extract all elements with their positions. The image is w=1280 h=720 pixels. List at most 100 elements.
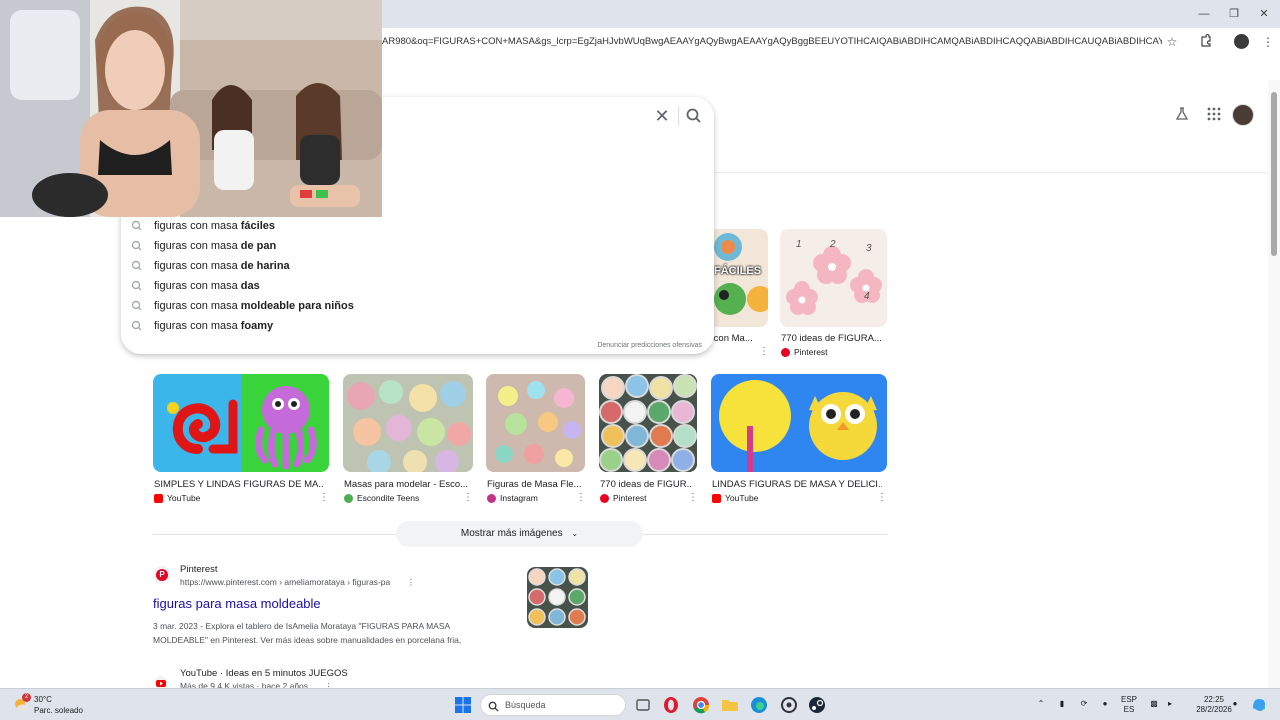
google-account-avatar[interactable] [1232, 104, 1254, 126]
scrollbar-thumb[interactable] [1271, 92, 1277, 256]
obs-icon[interactable] [780, 696, 798, 714]
suggestion-prefix: figuras con masa [154, 320, 238, 332]
image-title: 770 ideas de FIGUR... [600, 479, 692, 490]
more-options-icon[interactable]: ⋮ [759, 346, 769, 357]
browser-menu-icon[interactable]: ⋮ [1260, 34, 1276, 50]
notification-bell-icon[interactable]: ● [1230, 699, 1240, 709]
search-icon[interactable] [684, 106, 704, 126]
edge-icon[interactable] [750, 696, 768, 714]
clock[interactable]: 22:25 28/2/2026 [1196, 695, 1232, 715]
network-icon[interactable]: ▩ [1148, 699, 1160, 709]
suggestion-item[interactable]: figuras con masa fáciles [130, 216, 690, 236]
image-number-label: 1 [796, 239, 802, 250]
image-thumbnail [599, 374, 697, 472]
image-card[interactable]: LINDAS FIGURAS DE MASA Y DELICI... YouTu… [711, 374, 887, 506]
image-card[interactable]: SIMPLES Y LINDAS FIGURAS DE MA... YouTub… [153, 374, 329, 506]
suggestion-completion: de harina [240, 260, 290, 272]
image-card[interactable]: 1 2 3 4 770 ideas de FIGURA... Pinterest [780, 229, 887, 359]
suggestion-completion: fáciles [240, 220, 276, 232]
suggestion-item[interactable]: figuras con masa de harina [130, 256, 690, 276]
clock-time: 22:25 [1203, 695, 1225, 704]
address-bar[interactable]: AR980&oq=FIGURAS+CON+MASA&gs_lcrp=EgZjaH… [382, 34, 1162, 50]
profile-avatar[interactable] [1234, 34, 1249, 49]
image-card[interactable]: Figuras de Masa Fle... Instagram ⋮ [486, 374, 586, 506]
suggestion-prefix: figuras con masa [154, 280, 238, 292]
search-icon [130, 316, 154, 336]
weather-temperature: 30°C [34, 695, 52, 704]
minimize-icon[interactable]: — [1196, 6, 1212, 22]
suggestion-prefix: figuras con masa [154, 260, 238, 272]
chevron-up-icon[interactable]: ⌃ [1036, 699, 1046, 709]
clear-search-icon[interactable]: ✕ [652, 106, 672, 126]
suggestion-prefix: figuras con masa [154, 220, 238, 232]
more-options-icon[interactable]: ⋮ [319, 492, 329, 503]
suggestion-completion: foamy [240, 320, 274, 332]
battery-icon[interactable]: ▮ [1056, 699, 1068, 709]
labs-flask-icon[interactable] [1172, 106, 1192, 126]
keyboard-layout: ES [1123, 705, 1135, 714]
suggestion-item[interactable]: figuras con masa moldeable para niños [130, 296, 690, 316]
bookmark-star-icon[interactable]: ☆ [1164, 34, 1180, 50]
steam-icon[interactable] [808, 696, 826, 714]
image-overlay-text: FÁCILES [714, 265, 762, 277]
image-source: Escondite Teens [344, 493, 419, 503]
search-icon [130, 276, 154, 296]
clock-date: 28/2/2026 [1196, 705, 1232, 714]
chrome-icon[interactable] [692, 696, 710, 714]
result-title-link[interactable]: figuras para masa moldeable [153, 596, 321, 611]
youtube-favicon [155, 676, 167, 688]
search-icon [130, 216, 154, 236]
extensions-icon[interactable] [1198, 33, 1214, 50]
suggestion-prefix: figuras con masa [154, 240, 238, 252]
copilot-icon[interactable] [1250, 696, 1268, 714]
language-indicator[interactable]: ESP ES [1118, 695, 1140, 715]
result-site-name: YouTube · Ideas en 5 minutos JUEGOS [180, 668, 348, 679]
screen: — ❐ ✕ AR980&oq=FIGURAS+CON+MASA&gs_lcrp=… [0, 0, 1280, 720]
suggestion-item[interactable]: figuras con masa de pan [130, 236, 690, 256]
windows-taskbar: 2 30°C Parc. soleado Búsqueda ⌃ ▮ ⟳ ● ES… [0, 688, 1280, 720]
more-options-icon[interactable]: ⋮ [463, 492, 473, 503]
image-number-label: 3 [866, 243, 872, 254]
image-thumbnail [153, 374, 329, 472]
result-snippet: 3 mar. 2023 - Explora el tablero de IsAm… [153, 621, 462, 645]
result-url-text: https://www.pinterest.com › ameliamorata… [180, 577, 391, 587]
suggestion-list: figuras con masa fáciles figuras con mas… [130, 216, 690, 336]
report-predictions-link[interactable]: Denunciar predicciones ofensivas [560, 342, 702, 349]
sync-icon[interactable]: ⟳ [1078, 699, 1090, 709]
opera-icon[interactable] [662, 696, 680, 714]
weather-badge: 2 [22, 693, 31, 702]
task-view-icon[interactable] [634, 696, 652, 714]
image-thumbnail [486, 374, 585, 472]
youtube-icon [154, 493, 163, 503]
weather-widget[interactable]: 2 30°C Parc. soleado [12, 693, 92, 717]
show-more-images-button[interactable]: Mostrar más imágenes ⌄ [396, 521, 643, 547]
microphone-icon[interactable]: ● [1099, 699, 1111, 709]
suggestion-item[interactable]: figuras con masa foamy [130, 316, 690, 336]
image-title: Figuras de Masa Fle... [487, 479, 581, 490]
image-card[interactable]: Masas para modelar - Esco... Escondite T… [343, 374, 473, 506]
suggestion-completion: das [240, 280, 260, 292]
image-source-label: Instagram [500, 493, 538, 503]
divider-line [153, 534, 396, 535]
search-icon [488, 699, 499, 719]
image-title: SIMPLES Y LINDAS FIGURAS DE MA... [154, 479, 324, 490]
more-options-icon[interactable]: ⋮ [576, 492, 586, 503]
more-options-icon[interactable]: ⋮ [688, 492, 698, 503]
image-source: Instagram [487, 493, 538, 503]
close-window-icon[interactable]: ✕ [1256, 6, 1272, 22]
restore-icon[interactable]: ❐ [1226, 6, 1242, 22]
result-thumbnail[interactable] [527, 567, 588, 628]
image-card[interactable]: 770 ideas de FIGUR... Pinterest ⋮ [599, 374, 698, 506]
suggestion-item[interactable]: figuras con masa das [130, 276, 690, 296]
file-explorer-icon[interactable] [721, 696, 739, 714]
more-options-icon[interactable]: ⋮ [407, 577, 416, 587]
more-options-icon[interactable]: ⋮ [877, 492, 887, 503]
suggestion-completion: moldeable para niños [240, 300, 354, 312]
taskbar-search-box[interactable]: Búsqueda [480, 694, 626, 716]
result-site-name: Pinterest [180, 564, 218, 575]
volume-icon[interactable]: ▸ [1164, 699, 1176, 709]
apps-grid-icon[interactable] [1204, 106, 1224, 126]
image-title: Masas para modelar - Esco... [344, 479, 469, 490]
windows-start-icon[interactable] [454, 696, 472, 714]
image-source: Pinterest [781, 347, 828, 357]
